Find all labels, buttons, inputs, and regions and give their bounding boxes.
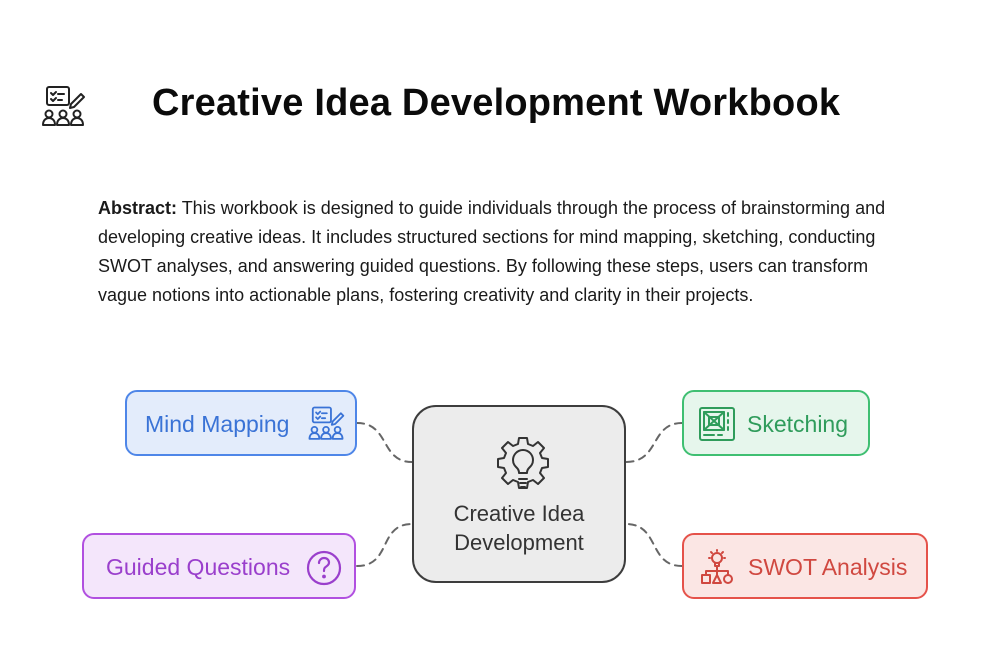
central-topic-line1: Creative Idea: [453, 501, 585, 526]
sketch-board-icon: [699, 407, 735, 441]
central-topic-node: Creative Idea Development: [412, 405, 626, 583]
mind-mapping-label: Mind Mapping: [145, 411, 290, 437]
connector-guided-questions: [356, 523, 413, 567]
idea-hierarchy-icon: [701, 549, 733, 584]
connector-swot-analysis: [625, 523, 683, 567]
mind-map-diagram: Creative Idea Development Mind Mapping S…: [0, 0, 1005, 662]
question-circle-icon: [306, 550, 342, 586]
guided-questions-node: Guided Questions: [82, 533, 356, 599]
gear-lightbulb-icon: [497, 437, 549, 489]
sketching-node: Sketching: [682, 390, 870, 456]
guided-questions-label: Guided Questions: [106, 554, 291, 580]
central-topic-line2: Development: [454, 530, 584, 555]
sketching-label: Sketching: [747, 411, 849, 437]
connector-sketching: [625, 422, 683, 463]
central-topic-label: Creative Idea Development: [414, 499, 624, 557]
connector-mind-mapping: [356, 422, 413, 463]
swot-analysis-label: SWOT Analysis: [748, 554, 908, 580]
swot-analysis-node: SWOT Analysis: [682, 533, 928, 599]
brainstorm-group-icon: [308, 406, 345, 440]
mind-mapping-node: Mind Mapping: [125, 390, 357, 456]
